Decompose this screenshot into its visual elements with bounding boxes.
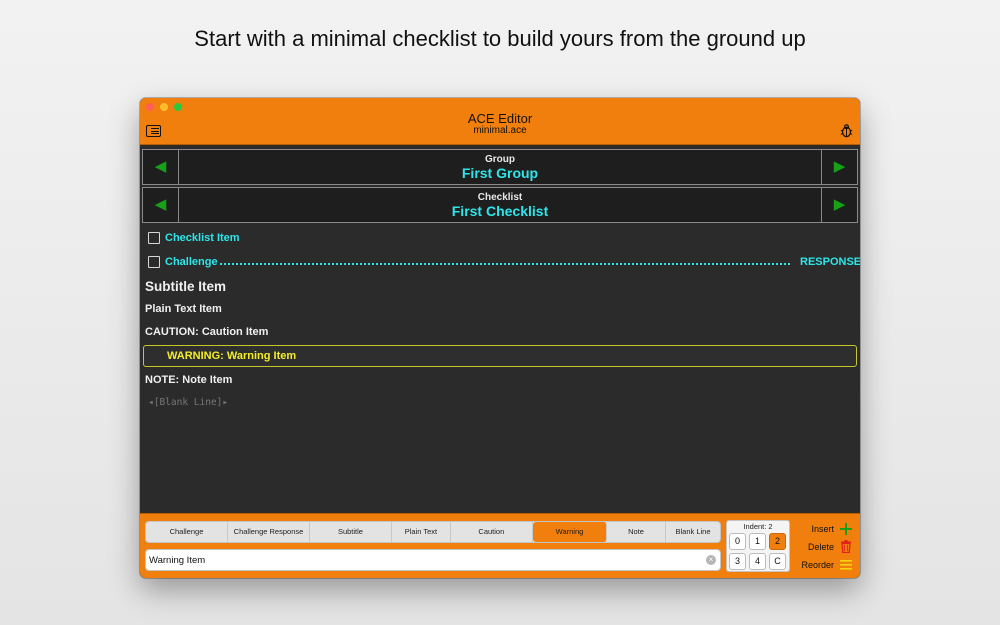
plain-text-item[interactable]: Plain Text Item: [145, 303, 222, 315]
type-challenge-response[interactable]: Challenge Response: [228, 522, 310, 542]
bug-icon[interactable]: [839, 123, 854, 141]
app-window: ACE Editor minimal.ace ◀ Group First Gro…: [140, 98, 860, 578]
delete-label: Delete: [807, 542, 834, 552]
caution-item[interactable]: CAUTION: Caution Item: [145, 326, 268, 338]
trash-icon: [840, 539, 852, 556]
type-caution[interactable]: Caution: [451, 522, 533, 542]
editor-toolbar: Challenge Challenge Response Subtitle Pl…: [140, 513, 860, 578]
indent-0-button[interactable]: 0: [729, 533, 746, 550]
next-group-button[interactable]: ▶: [821, 150, 857, 184]
reorder-lines-icon: [840, 557, 852, 573]
type-note[interactable]: Note: [607, 522, 666, 542]
checklist-selector: ◀ Checklist First Checklist ▶: [142, 187, 858, 223]
insert-button[interactable]: Insert: [796, 521, 856, 537]
indent-4-button[interactable]: 4: [749, 553, 766, 570]
item-text-value: Warning Item: [149, 555, 206, 566]
type-blank-line[interactable]: Blank Line: [666, 522, 720, 542]
group-label: Group: [485, 154, 515, 165]
reorder-label: Reorder: [801, 560, 834, 570]
checklist-label: Checklist: [477, 192, 523, 203]
note-item[interactable]: NOTE: Note Item: [145, 374, 232, 386]
next-checklist-button[interactable]: ▶: [821, 188, 857, 222]
type-plain-text[interactable]: Plain Text: [392, 522, 451, 542]
challenge-leader-dots: [220, 253, 790, 265]
delete-button[interactable]: Delete: [796, 539, 856, 555]
challenge-text[interactable]: Challenge: [165, 256, 218, 268]
type-subtitle[interactable]: Subtitle: [310, 522, 392, 542]
type-warning[interactable]: Warning: [532, 522, 608, 542]
headline: Start with a minimal checklist to build …: [194, 26, 806, 51]
group-name[interactable]: First Group: [143, 165, 857, 181]
checklist-name[interactable]: First Checklist: [143, 203, 857, 219]
window-subtitle: minimal.ace: [473, 125, 527, 136]
sidebar-toggle-icon[interactable]: [146, 125, 161, 137]
warning-item-row[interactable]: WARNING: Warning Item: [143, 345, 857, 367]
challenge-response[interactable]: RESPONSE: [800, 256, 860, 268]
indent-panel: Indent: 2 0 1 2 3 4 C: [726, 520, 790, 572]
insert-label: Insert: [811, 524, 834, 534]
clear-text-icon[interactable]: ×: [706, 555, 716, 565]
window-title: ACE Editor: [467, 111, 533, 126]
type-challenge[interactable]: Challenge: [146, 522, 228, 542]
indent-3-button[interactable]: 3: [729, 553, 746, 570]
reorder-button[interactable]: Reorder: [796, 557, 856, 573]
group-selector: ◀ Group First Group ▶: [142, 149, 858, 185]
indent-1-button[interactable]: 1: [749, 533, 766, 550]
plus-icon: [840, 521, 852, 538]
action-panel: Insert Delete Reorder: [796, 520, 856, 572]
item-type-segmented-control: Challenge Challenge Response Subtitle Pl…: [145, 521, 721, 543]
warning-item: WARNING: Warning Item: [167, 350, 297, 362]
challenge-checkbox[interactable]: [148, 256, 160, 268]
indent-2-button[interactable]: 2: [769, 533, 786, 550]
blank-line-item[interactable]: ◂[Blank Line]▸: [148, 397, 228, 408]
subtitle-item[interactable]: Subtitle Item: [145, 279, 226, 294]
checklist-item-text[interactable]: Checklist Item: [165, 232, 240, 244]
indent-label: Indent: 2: [743, 522, 773, 531]
title-bar: ACE Editor minimal.ace: [140, 98, 860, 145]
close-window-button[interactable]: [146, 103, 154, 111]
indent-c-button[interactable]: C: [769, 553, 786, 570]
item-text-field[interactable]: Warning Item ×: [145, 549, 721, 571]
zoom-window-button[interactable]: [174, 103, 182, 111]
checklist-item-checkbox[interactable]: [148, 232, 160, 244]
minimize-window-button[interactable]: [160, 103, 168, 111]
